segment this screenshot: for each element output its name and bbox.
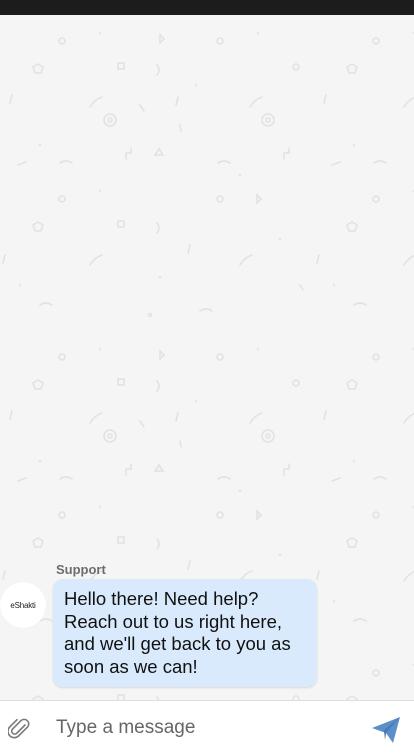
send-button[interactable]: [369, 713, 403, 747]
status-bar: [0, 0, 414, 15]
paperclip-icon: [8, 718, 30, 739]
chat-screen: Support eShakti Hello there! Need help? …: [0, 0, 414, 755]
message-text: Hello there! Need help? Reach out to us …: [64, 588, 291, 677]
attach-button[interactable]: [4, 713, 34, 743]
send-icon: [372, 717, 400, 743]
message-input[interactable]: [56, 711, 346, 745]
message-bubble: Hello there! Need help? Reach out to us …: [53, 579, 317, 687]
message-list[interactable]: Support eShakti Hello there! Need help? …: [0, 15, 414, 700]
message-composer: [0, 700, 414, 755]
avatar-logo-text: eShakti: [10, 600, 36, 610]
support-avatar: eShakti: [0, 582, 46, 628]
message-sender-name: Support: [56, 562, 106, 577]
